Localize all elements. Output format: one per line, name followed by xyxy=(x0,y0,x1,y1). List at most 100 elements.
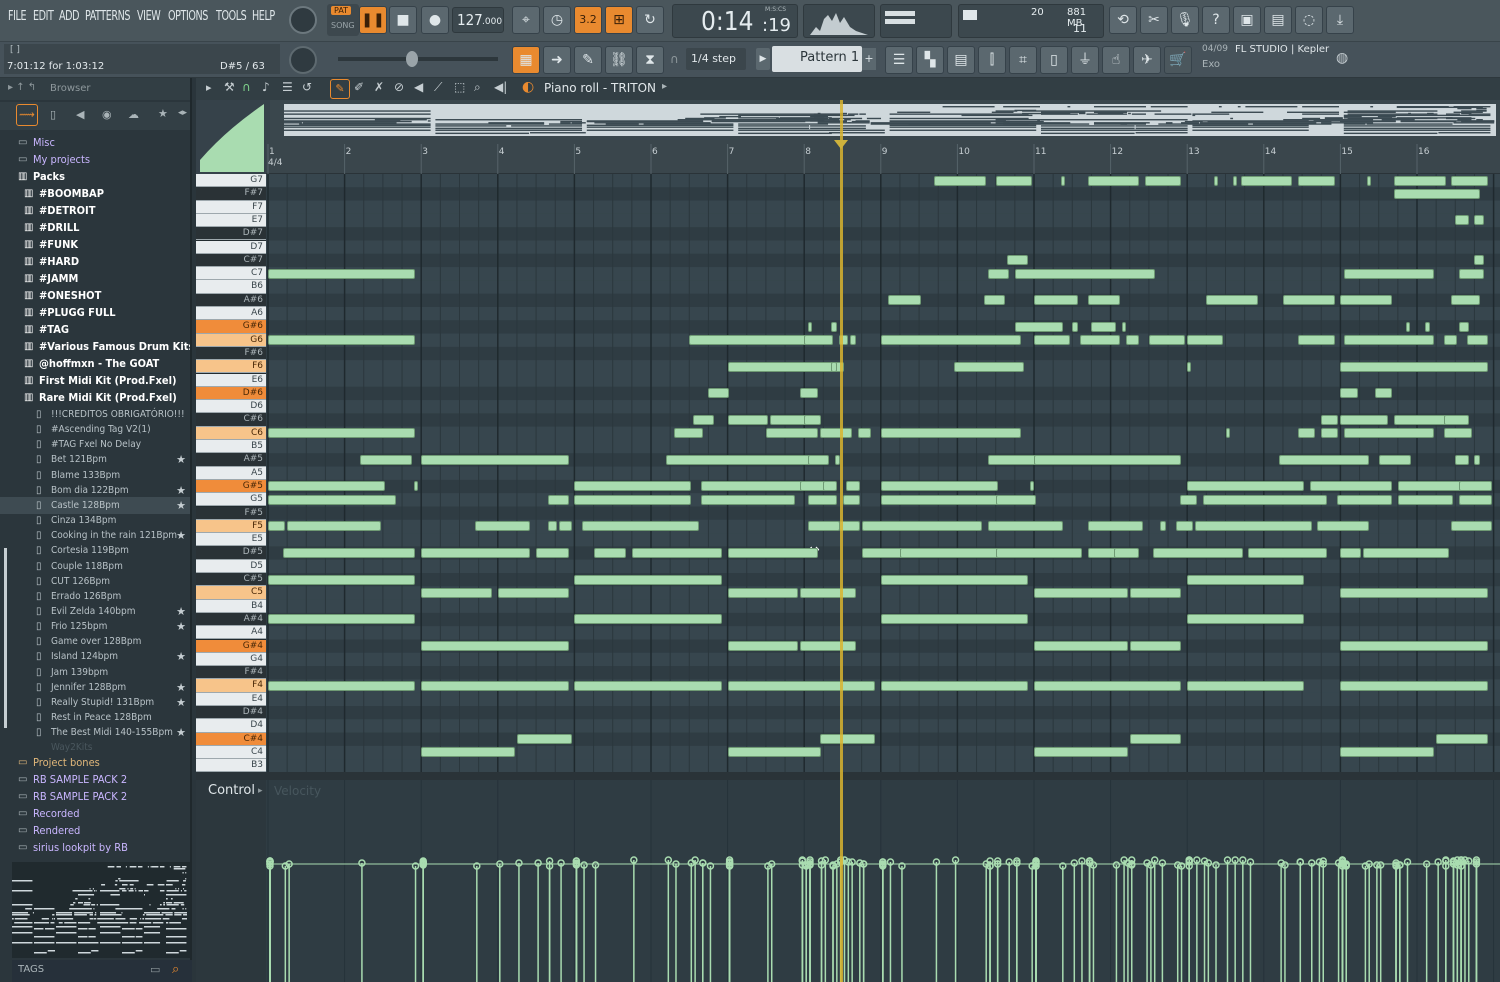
stamp-button[interactable]: ⧗ xyxy=(636,46,664,74)
instrument-icon[interactable]: ◐ xyxy=(522,79,534,95)
playback-tool-icon[interactable]: ◀| xyxy=(494,80,507,94)
note-e7[interactable] xyxy=(1474,215,1484,226)
note-f4[interactable] xyxy=(421,680,569,691)
browser-item[interactable]: ▭ My projects xyxy=(0,151,190,168)
note-f4[interactable] xyxy=(727,680,875,691)
note-c5[interactable] xyxy=(421,587,492,598)
note-asharp6[interactable] xyxy=(1340,295,1392,306)
piano-key-b5[interactable]: B5 xyxy=(196,440,266,454)
note-c7[interactable] xyxy=(988,268,1009,279)
note-gsharp5[interactable] xyxy=(1030,481,1035,492)
note-gsharp4[interactable] xyxy=(421,641,569,651)
note-csharp6[interactable] xyxy=(727,414,768,425)
browser-item[interactable]: ▭ Project bones xyxy=(0,754,190,771)
piano-key-d7[interactable]: D7 xyxy=(196,240,266,254)
note-csharp4[interactable] xyxy=(1436,734,1488,745)
note-g7[interactable] xyxy=(1240,175,1293,186)
browser-nav-icon[interactable]: ▸ ↑ ↰ xyxy=(8,82,36,93)
browser-item[interactable]: ▭ Misc xyxy=(0,134,190,151)
piano-key-fsharp5[interactable]: F#5 xyxy=(196,506,266,520)
tempo-display[interactable]: 127 .000 xyxy=(452,7,504,33)
piano-key-c4[interactable]: C4 xyxy=(196,745,266,760)
note-dsharp5[interactable] xyxy=(1114,547,1140,558)
piano-key-csharp7[interactable]: C#7 xyxy=(196,253,266,268)
playhead-marker-icon[interactable] xyxy=(834,140,848,149)
note-dsharp5[interactable] xyxy=(283,547,416,558)
note-grid[interactable]: ⇔ xyxy=(266,174,1500,772)
note-g7[interactable] xyxy=(934,175,987,186)
note-f4[interactable] xyxy=(880,680,1029,691)
menu-edit[interactable]: EDIT xyxy=(33,9,54,24)
note-gsharp5[interactable] xyxy=(574,481,692,492)
note-asharp5[interactable] xyxy=(1474,454,1481,465)
note-g7[interactable] xyxy=(1087,175,1140,186)
note-asharp4[interactable] xyxy=(574,614,722,625)
browser-item[interactable]: ▥ #DRILL xyxy=(0,219,190,236)
note-asharp5[interactable] xyxy=(421,454,569,465)
piano-keyboard[interactable]: G7 F#7 F7 E7 D#7 D7 C#7 C7 B6 A#6 A6 G#6 G6 F#6 F6 E6 D#… xyxy=(196,174,266,773)
browser-item[interactable]: ▥ #PLUGG FULL xyxy=(0,304,190,321)
browser-arrows-icon[interactable]: ◂▸ xyxy=(178,108,187,118)
note-csharp5[interactable] xyxy=(268,574,416,585)
link-button[interactable]: ⛓ xyxy=(605,46,633,74)
note-g5[interactable] xyxy=(700,494,795,505)
note-g7[interactable] xyxy=(1233,175,1238,186)
note-gsharp5[interactable] xyxy=(823,481,837,492)
note-f5[interactable] xyxy=(808,521,841,532)
note-f5[interactable] xyxy=(988,521,1063,532)
note-gsharp4[interactable] xyxy=(1034,641,1128,651)
note-c7[interactable] xyxy=(1344,268,1435,279)
note-c6[interactable] xyxy=(1344,428,1435,439)
note-gsharp5[interactable] xyxy=(268,481,385,492)
paint-tool-icon[interactable]: ✐ xyxy=(354,80,364,94)
piano-key-a6[interactable]: A6 xyxy=(196,307,266,321)
menu-circle-icon[interactable]: ☰ xyxy=(282,80,293,94)
piano-key-b6[interactable]: B6 xyxy=(196,280,266,294)
browser-item[interactable]: ▥ #BOOMBAP xyxy=(0,185,190,202)
record-audio-button[interactable]: 🎙 xyxy=(1171,6,1199,34)
plugin-globe-icon[interactable]: ◉ xyxy=(102,108,112,121)
channel-rack-button[interactable]: ▤ xyxy=(947,46,975,74)
browser-item[interactable]: ▭ RB SAMPLE PACK 2 xyxy=(0,771,190,788)
note-asharp6[interactable] xyxy=(1206,295,1258,306)
note-c7[interactable] xyxy=(1014,268,1155,279)
timeline-ruler[interactable]: 1 2 3 4 5 6 7 8 9 10 11 12 13 14 15 16 4/4 xyxy=(266,140,1500,174)
note-asharp6[interactable] xyxy=(888,295,921,306)
menu-view[interactable]: VIEW xyxy=(137,9,161,24)
menu-options[interactable]: OPTIONS xyxy=(168,9,208,24)
note-f4[interactable] xyxy=(1340,680,1488,691)
arrow-button[interactable]: ➜ xyxy=(543,46,571,74)
countdown-button[interactable]: 3.2 xyxy=(574,6,602,34)
menu-add[interactable]: ADD xyxy=(59,9,80,24)
piano-key-a4[interactable]: A4 xyxy=(196,626,266,640)
piano-key-a5[interactable]: A5 xyxy=(196,466,266,480)
save-as-button[interactable]: ▤ xyxy=(1264,6,1292,34)
note-e7[interactable] xyxy=(1455,215,1469,226)
zoom-corner-graphic[interactable] xyxy=(196,100,270,174)
cut-button[interactable]: ✂ xyxy=(1140,6,1168,34)
browser-item[interactable]: ▥ @hoffmxn - The GOAT xyxy=(0,355,190,372)
note-c6[interactable] xyxy=(1321,428,1339,439)
piano-roll-menu-icon[interactable]: ▸ xyxy=(206,81,212,94)
note-g7[interactable] xyxy=(1145,175,1182,186)
note-c6[interactable] xyxy=(765,428,818,439)
note-csharp7[interactable] xyxy=(1007,255,1029,266)
master-volume-knob[interactable] xyxy=(289,6,317,34)
note-asharp5[interactable] xyxy=(808,454,829,465)
control-arrow-icon[interactable]: ▸ xyxy=(258,786,263,796)
pat-song-switch[interactable]: PAT SONG xyxy=(327,4,359,36)
note-asharp5[interactable] xyxy=(359,454,412,465)
note-asharp6[interactable] xyxy=(1282,295,1335,306)
chat-button[interactable]: ◌ xyxy=(1295,6,1323,34)
piano-key-g7[interactable]: G7 xyxy=(196,174,266,188)
delete-tool-icon[interactable]: ✗ xyxy=(374,80,384,94)
note-g6[interactable] xyxy=(1344,335,1435,346)
note-gsharp6[interactable] xyxy=(1091,321,1117,332)
piano-key-b4[interactable]: B4 xyxy=(196,599,266,613)
plugin-picker-button[interactable]: ⌗ xyxy=(1009,46,1037,74)
cloud-icon[interactable]: ☁ xyxy=(128,108,139,121)
mixer-button[interactable]: ⫿ xyxy=(978,46,1006,74)
stop-button[interactable]: ■ xyxy=(389,6,417,34)
note-c6[interactable] xyxy=(1443,428,1473,439)
browser-item[interactable]: ▥ #DETROIT xyxy=(0,202,190,219)
